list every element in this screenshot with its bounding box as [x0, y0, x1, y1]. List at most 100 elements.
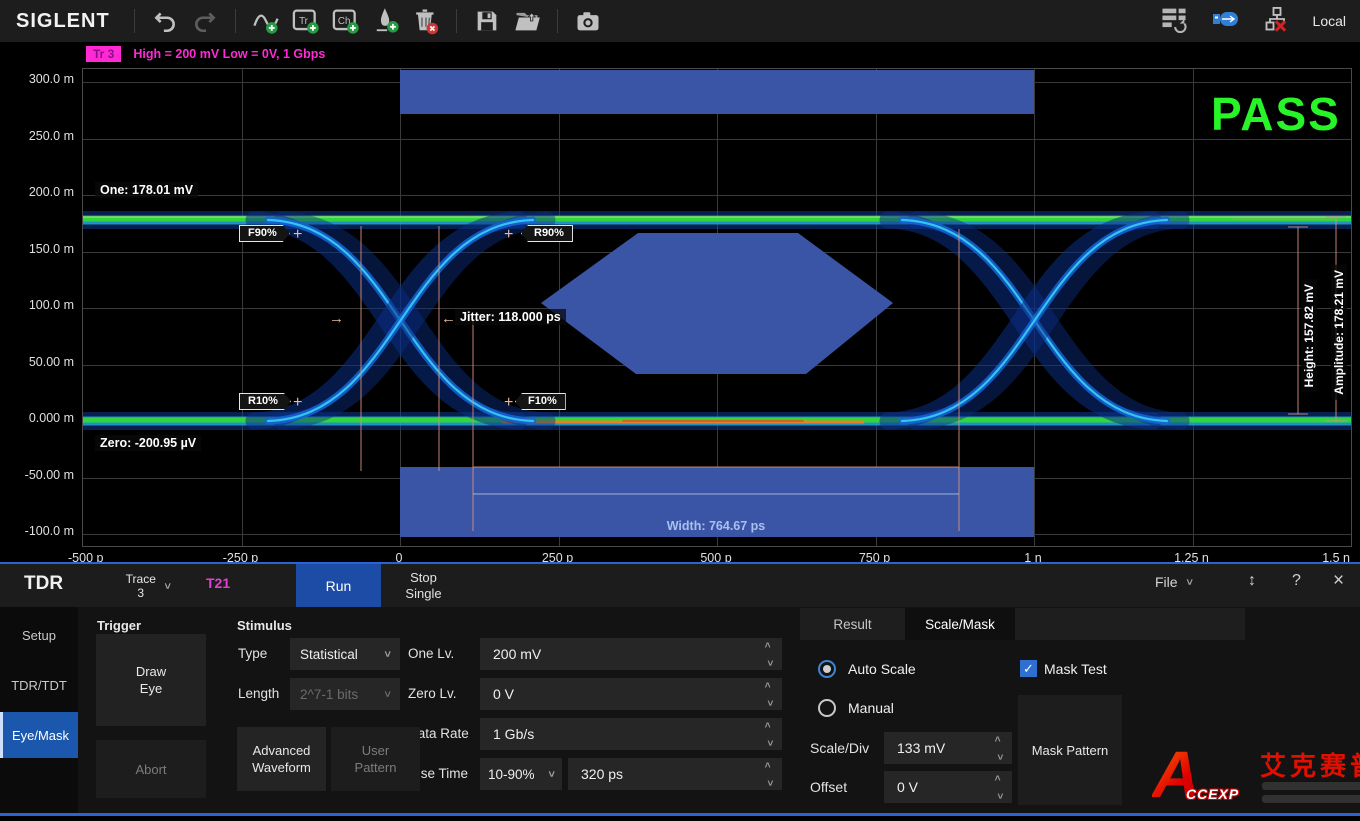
tab-result[interactable]: Result	[800, 608, 905, 640]
svg-text:+: +	[293, 394, 302, 411]
trigger-group-title: Trigger	[97, 618, 141, 633]
manual-radio[interactable]	[818, 699, 836, 717]
rise-range-dropdown[interactable]: 10-90% >	[480, 758, 562, 790]
toolbar-separator	[235, 9, 236, 33]
watermark-blurred-line	[1262, 795, 1360, 803]
add-channel-icon[interactable]: Ch	[326, 4, 366, 38]
x-tick-label: 250 p	[513, 551, 603, 562]
expand-panel-icon[interactable]: ↕	[1248, 572, 1256, 590]
amplitude-annotation: Amplitude: 178.21 mV	[1331, 265, 1347, 400]
x-tick-label: 0	[354, 551, 444, 562]
y-tick-label: 250.0 m	[4, 129, 74, 143]
zero-level-field[interactable]: 0 V >>	[480, 678, 782, 710]
svg-text:+: +	[293, 226, 302, 243]
panel-header: TDR Trace 3 > T21 Run Stop Single File >…	[0, 564, 1360, 607]
offset-label: Offset	[810, 779, 847, 795]
svg-text:Tr: Tr	[299, 16, 309, 27]
length-dropdown[interactable]: 2^7-1 bits >	[290, 678, 400, 710]
spinner-up-icon[interactable]: >	[765, 762, 773, 768]
one-level-annotation: One: 178.01 mV	[95, 182, 198, 198]
offset-field[interactable]: 0 V > >	[884, 771, 1012, 803]
jitter-annotation: Jitter: 118.000 ps	[455, 309, 566, 325]
spinner-up-icon[interactable]: >	[765, 722, 773, 728]
rise-time-field[interactable]: 320 ps >>	[568, 758, 782, 790]
scale-div-field[interactable]: 133 mV > >	[884, 732, 1012, 764]
draw-eye-button[interactable]: Draw Eye	[96, 634, 206, 726]
file-menu[interactable]: File >	[1155, 574, 1192, 590]
control-panel: TDR Trace 3 > T21 Run Stop Single File >…	[0, 562, 1360, 821]
svg-text:←: ←	[441, 310, 456, 327]
spinner-up-icon[interactable]: >	[995, 775, 1003, 781]
spinner-down-icon[interactable]: >	[995, 754, 1003, 760]
type-dropdown[interactable]: Statistical >	[290, 638, 400, 670]
spinner-up-icon[interactable]: >	[765, 682, 773, 688]
x-tick-label: 500 p	[671, 551, 761, 562]
spinner-down-icon[interactable]: >	[765, 700, 773, 706]
file-menu-label: File	[1155, 574, 1178, 590]
manual-label: Manual	[848, 700, 894, 716]
offset-value: 0 V	[884, 779, 986, 795]
watermark-blurred-line	[1262, 782, 1360, 790]
x-tick-label: 1.5 n	[1270, 551, 1350, 562]
y-tick-label: 50.00 m	[4, 355, 74, 369]
toolbar-separator	[557, 9, 558, 33]
spinner-up-icon[interactable]: >	[995, 736, 1003, 742]
spinner-down-icon[interactable]: >	[765, 780, 773, 786]
spinner-up-icon[interactable]: >	[765, 642, 773, 648]
panel-bottom-border	[0, 813, 1360, 816]
type-value: Statistical	[300, 647, 358, 662]
spinner-down-icon[interactable]: >	[995, 793, 1003, 799]
scale-div-value: 133 mV	[884, 740, 986, 756]
layout-sync-icon[interactable]	[1159, 5, 1189, 38]
active-trace-label: T21	[206, 575, 230, 591]
y-tick-label: -100.0 m	[4, 524, 74, 538]
redo-icon[interactable]	[185, 4, 225, 38]
one-level-label: One Lv.	[408, 646, 454, 661]
one-level-field[interactable]: 200 mV > >	[480, 638, 782, 670]
length-value: 2^7-1 bits	[300, 687, 358, 702]
mask-test-checkbox[interactable]: ✓	[1020, 660, 1037, 677]
auto-scale-radio[interactable]	[818, 660, 836, 678]
undo-icon[interactable]	[145, 4, 185, 38]
open-icon[interactable]	[507, 4, 547, 38]
add-marker-icon[interactable]	[366, 4, 406, 38]
y-tick-label: 0.000 m	[4, 411, 74, 425]
save-icon[interactable]	[467, 4, 507, 38]
accexp-watermark: A CCEXP 艾克赛普	[1148, 740, 1360, 812]
spinner-down-icon[interactable]: >	[765, 660, 773, 666]
siglent-logo: SIGLENT	[16, 10, 110, 33]
mask-test-result: PASS	[1211, 87, 1341, 141]
spinner-down-icon[interactable]: >	[765, 740, 773, 746]
one-level-value: 200 mV	[480, 646, 756, 662]
user-pattern-button[interactable]: User Pattern	[331, 727, 420, 791]
marker-tag-r10: R10%	[239, 393, 291, 410]
advanced-waveform-button[interactable]: Advanced Waveform	[237, 727, 326, 791]
add-trace-icon[interactable]: Tr	[286, 4, 326, 38]
tab-scale-mask[interactable]: Scale/Mask	[905, 608, 1015, 640]
marker-tag-f10: F10%	[515, 393, 566, 410]
auto-scale-label: Auto Scale	[848, 661, 916, 677]
svg-text:+: +	[504, 226, 513, 243]
type-label: Type	[238, 646, 267, 661]
scale-div-label: Scale/Div	[810, 740, 869, 756]
help-icon[interactable]: ?	[1292, 572, 1301, 590]
screenshot-icon[interactable]	[568, 4, 608, 38]
sidebar-item-setup[interactable]: Setup	[0, 612, 78, 658]
mask-pattern-button[interactable]: Mask Pattern	[1018, 695, 1122, 805]
trace-selector[interactable]: Trace 3 >	[108, 566, 188, 605]
sidebar-item-eye-mask[interactable]: Eye/Mask	[0, 712, 78, 758]
abort-button[interactable]: Abort	[96, 740, 206, 798]
data-rate-field[interactable]: 1 Gb/s > >	[480, 718, 782, 750]
close-icon[interactable]: ×	[1333, 570, 1344, 592]
toolbar-separator	[456, 9, 457, 33]
x-tick-label: 1 n	[988, 551, 1078, 562]
run-button[interactable]: Run	[296, 564, 381, 607]
plot-canvas[interactable]: → ← + + + + F90% R90% R10% F10% One: 178…	[82, 68, 1352, 547]
y-tick-label: 100.0 m	[4, 298, 74, 312]
data-rate-value: 1 Gb/s	[480, 726, 756, 742]
stimulus-group-title: Stimulus	[237, 618, 292, 633]
stop-single-button[interactable]: Stop Single	[381, 564, 466, 607]
sidebar-item-tdr-tdt[interactable]: TDR/TDT	[0, 662, 78, 708]
delete-icon[interactable]	[406, 4, 446, 38]
add-waveform-icon[interactable]	[246, 4, 286, 38]
